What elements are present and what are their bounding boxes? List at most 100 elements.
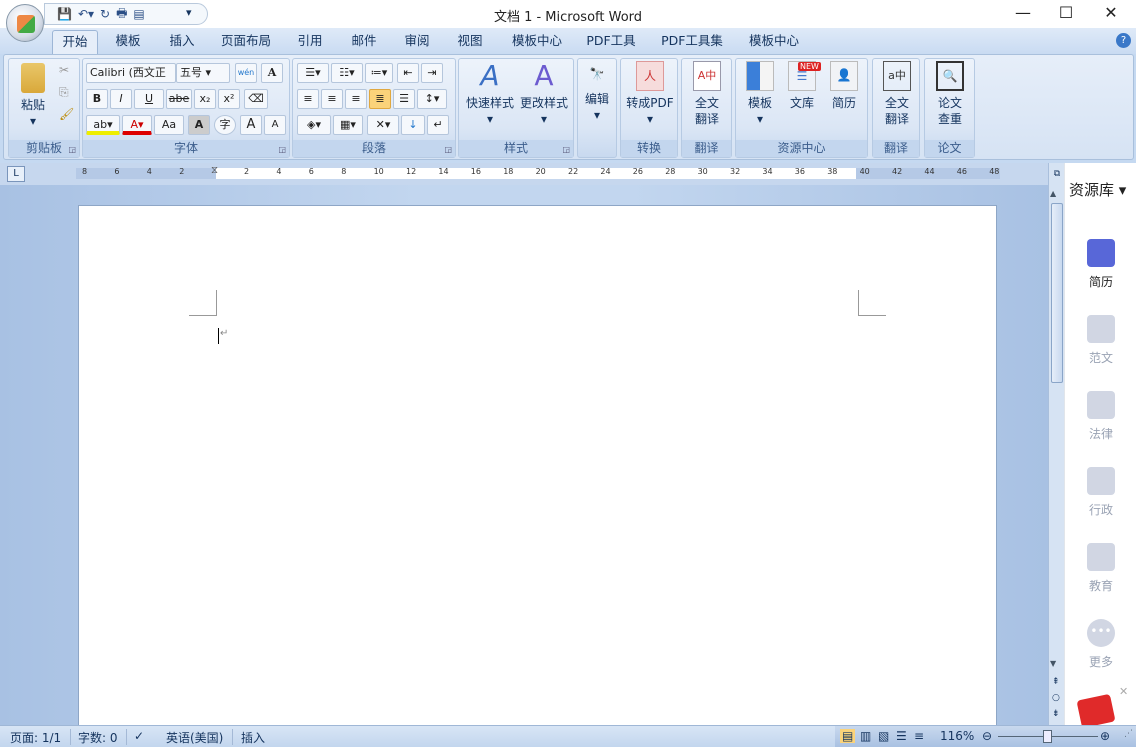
layout-icon[interactable]: ▤ <box>133 7 144 21</box>
zoom-slider-thumb[interactable] <box>1043 730 1052 743</box>
redo-icon[interactable]: ↻ <box>100 7 110 21</box>
line-spacing-button[interactable]: ↕▾ <box>417 89 447 109</box>
format-painter-icon[interactable]: 🖌 <box>59 107 74 121</box>
web-layout-icon[interactable]: ▧ <box>878 729 889 743</box>
resource-library-dropdown[interactable]: 资源库 ▾ <box>1069 179 1126 200</box>
underline-button[interactable]: U <box>134 89 164 109</box>
side-item-more[interactable]: ••• 更多 <box>1065 619 1136 670</box>
close-promo-icon[interactable]: ✕ <box>1119 685 1128 698</box>
indent-marker-icon[interactable]: ⧖ <box>211 165 218 176</box>
dialog-launcher-icon[interactable]: ◲ <box>444 145 452 154</box>
full-translate-button[interactable]: A中 全文 翻译 <box>684 61 730 127</box>
borders-button[interactable]: ▦▾ <box>333 115 363 135</box>
full-screen-reading-icon[interactable]: ▥ <box>860 729 871 743</box>
print-layout-view-icon[interactable]: ▤ <box>840 729 856 743</box>
red-envelope-icon[interactable] <box>1076 693 1116 729</box>
numbering-button[interactable]: ☷▾ <box>331 63 363 83</box>
multilevel-list-button[interactable]: ≔▾ <box>365 63 393 83</box>
tab-mailings[interactable]: 邮件 <box>344 28 384 54</box>
font-color-button[interactable]: A▾ <box>122 115 152 135</box>
zoom-out-icon[interactable]: ⊖ <box>982 729 992 743</box>
customize-qat-button[interactable]: ▾ <box>186 6 192 19</box>
justify-button[interactable]: ≣ <box>369 89 391 109</box>
bold-button[interactable]: B <box>86 89 108 109</box>
prev-page-icon[interactable]: ⇞ <box>1052 677 1060 687</box>
templates-button[interactable]: 模板 ▾ <box>740 61 780 127</box>
language-indicator[interactable]: 英语(美国) <box>166 729 223 746</box>
tab-pdf-toolset[interactable]: PDF工具集 <box>656 28 728 54</box>
side-item-education[interactable]: 教育 <box>1065 543 1136 594</box>
change-case-button[interactable]: Aa <box>154 115 184 135</box>
full-translate-button-2[interactable]: a中 全文 翻译 <box>875 61 919 127</box>
subscript-button[interactable]: x₂ <box>194 89 216 109</box>
resume-button[interactable]: 👤 简历 <box>824 61 864 111</box>
office-button[interactable] <box>6 4 44 42</box>
change-styles-button[interactable]: A 更改样式 ▾ <box>517 61 571 127</box>
bullets-button[interactable]: ☰▾ <box>297 63 329 83</box>
align-left-button[interactable]: ≡ <box>297 89 319 109</box>
show-marks-button[interactable]: ↵ <box>427 115 449 135</box>
tab-view[interactable]: 视图 <box>450 28 490 54</box>
zoom-level[interactable]: 116% <box>940 729 974 743</box>
strikethrough-button[interactable]: abe <box>166 89 192 109</box>
tab-review[interactable]: 审阅 <box>397 28 437 54</box>
sort-button[interactable]: ↓ <box>401 115 425 135</box>
scroll-down-icon[interactable]: ▼ <box>1050 659 1056 668</box>
enclose-char-button[interactable]: 字 <box>214 115 236 135</box>
tab-template[interactable]: 模板 <box>106 28 150 54</box>
maximize-button[interactable]: ☐ <box>1043 2 1089 26</box>
tab-pdf-tools[interactable]: PDF工具 <box>582 28 640 54</box>
to-pdf-button[interactable]: 人 转成PDF ▾ <box>623 61 677 127</box>
word-count[interactable]: 字数: 0 <box>78 729 118 746</box>
paste-button[interactable]: 粘贴 ▾ <box>13 63 53 129</box>
copy-icon[interactable]: ⎘ <box>59 85 69 100</box>
shrink-font-button[interactable]: A <box>264 115 286 135</box>
side-item-admin[interactable]: 行政 <box>1065 467 1136 518</box>
dialog-launcher-icon[interactable]: ◲ <box>278 145 286 154</box>
highlight-button[interactable]: ab▾ <box>86 115 120 135</box>
cut-icon[interactable]: ✂ <box>59 63 69 77</box>
tab-home[interactable]: 开始 <box>52 30 98 55</box>
split-icon[interactable]: ⧉ <box>1050 169 1064 181</box>
outline-view-icon[interactable]: ☰ <box>896 729 907 743</box>
font-name-select[interactable]: Calibri (西文正 <box>86 63 176 83</box>
superscript-button[interactable]: x² <box>218 89 240 109</box>
dialog-launcher-icon[interactable]: ◲ <box>68 145 76 154</box>
help-icon[interactable]: ? <box>1116 33 1131 48</box>
browse-object-icon[interactable]: ○ <box>1052 693 1060 703</box>
chinese-layout-button[interactable]: ✕▾ <box>367 115 399 135</box>
clear-formatting-icon[interactable]: ⌫ <box>244 89 268 109</box>
distributed-button[interactable]: ☰ <box>393 89 415 109</box>
document-page[interactable]: ↵ <box>78 205 997 730</box>
side-item-resume[interactable]: 简历 <box>1065 239 1136 290</box>
align-right-button[interactable]: ≡ <box>345 89 367 109</box>
proofing-icon[interactable]: ✓ <box>134 729 144 743</box>
tab-template-center-2[interactable]: 模板中心 <box>742 28 806 54</box>
phonetic-guide-button[interactable]: wén <box>235 63 257 83</box>
tab-selector-button[interactable]: L <box>7 166 25 182</box>
grow-font-button[interactable]: A <box>240 115 262 135</box>
minimize-button[interactable]: — <box>1000 2 1046 26</box>
char-shading-button[interactable]: A <box>188 115 210 135</box>
draft-view-icon[interactable]: ≡ <box>914 729 924 743</box>
next-page-icon[interactable]: ⇟ <box>1052 709 1060 719</box>
thesis-check-button[interactable]: 🔍 论文 查重 <box>927 61 973 127</box>
close-button[interactable]: ✕ <box>1088 2 1134 26</box>
char-border-button[interactable]: A <box>261 63 283 83</box>
align-center-button[interactable]: ≡ <box>321 89 343 109</box>
insert-mode[interactable]: 插入 <box>241 729 265 746</box>
italic-button[interactable]: I <box>110 89 132 109</box>
save-icon[interactable]: 💾 <box>57 7 72 21</box>
page-count[interactable]: 页面: 1/1 <box>10 729 61 746</box>
scroll-up-icon[interactable]: ▲ <box>1050 189 1056 198</box>
side-item-samples[interactable]: 范文 <box>1065 315 1136 366</box>
tab-references[interactable]: 引用 <box>290 28 330 54</box>
increase-indent-button[interactable]: ⇥ <box>421 63 443 83</box>
edit-button[interactable]: 🔭 编辑 ▾ <box>580 61 614 123</box>
undo-icon[interactable]: ↶▾ <box>78 7 94 21</box>
tab-page-layout[interactable]: 页面布局 <box>214 28 278 54</box>
print-icon[interactable]: 🖶 <box>116 4 127 25</box>
side-item-law[interactable]: 法律 <box>1065 391 1136 442</box>
resize-grip-icon[interactable]: ⋰ <box>1124 729 1133 739</box>
vertical-scrollbar[interactable]: ⧉ ▲ ▼ ⇞ ○ ⇟ <box>1048 163 1064 725</box>
